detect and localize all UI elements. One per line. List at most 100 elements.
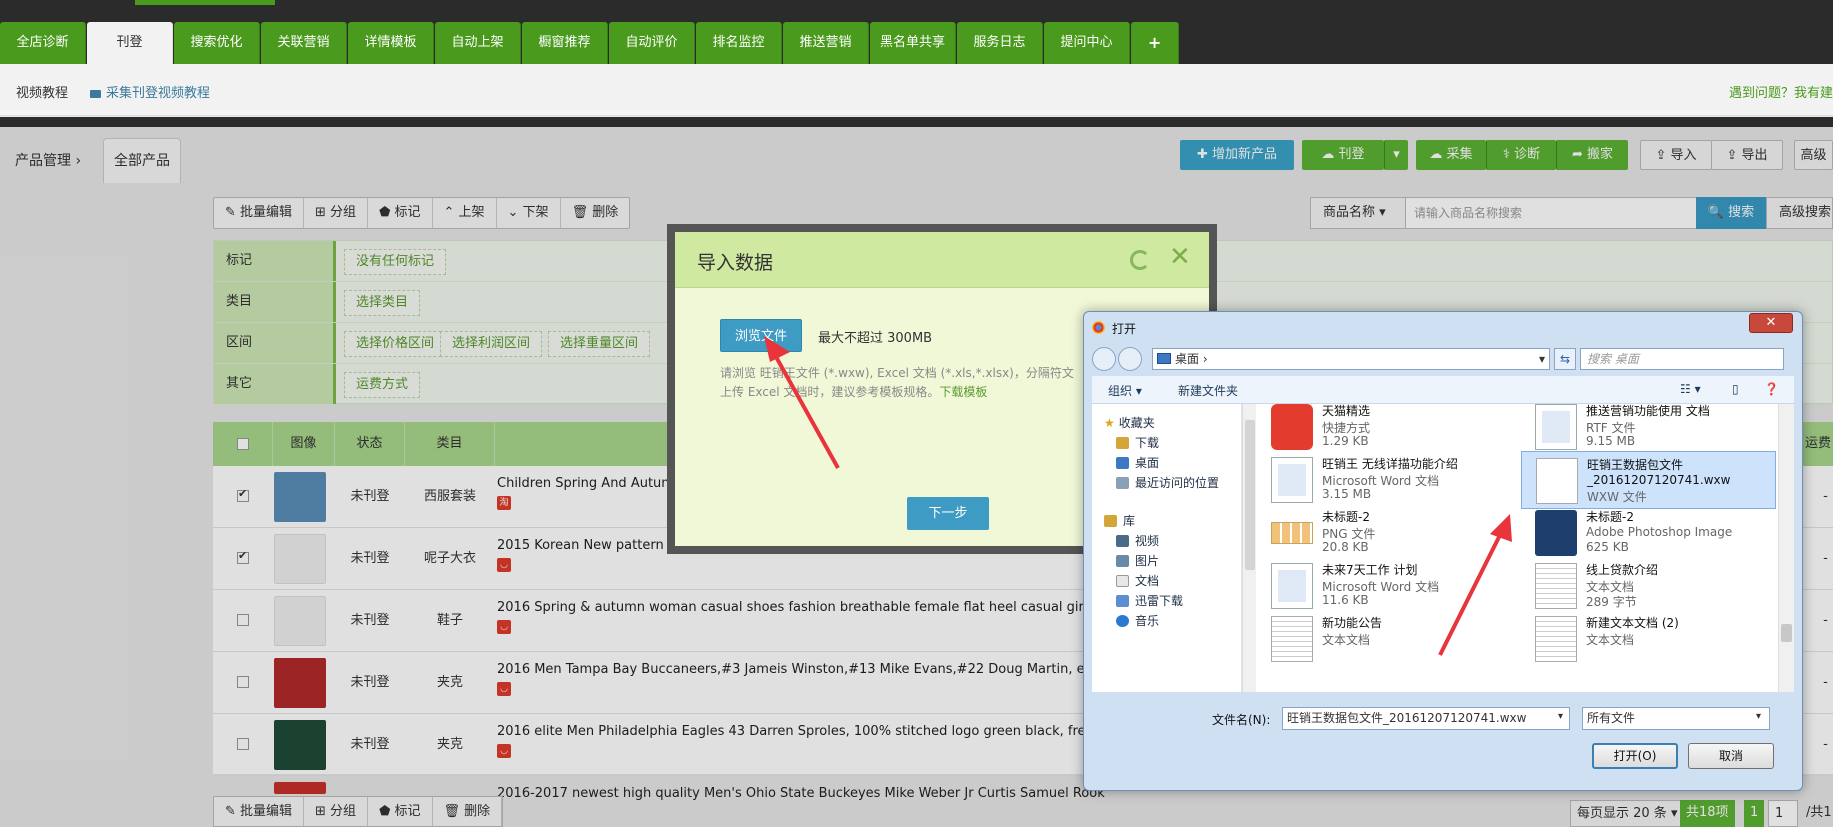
download-template-link[interactable]: 下载模板 <box>939 385 987 399</box>
address-bar[interactable]: 桌面 › ▾ <box>1152 348 1550 370</box>
forward-button[interactable] <box>1118 347 1142 371</box>
nav-music[interactable]: 音乐 <box>1116 612 1159 629</box>
text-file-icon <box>1535 563 1577 609</box>
next-step-button[interactable]: 下一步 <box>907 497 989 530</box>
file-item[interactable]: 未来7天工作 计划 Microsoft Word 文档 11.6 KB <box>1257 557 1512 615</box>
preview-pane-icon[interactable]: ▯ <box>1732 382 1739 396</box>
file-list: 天猫精选 快捷方式 1.29 KB 推送营销功能使用 文档 RTF 文件 9.15 MB 旺… <box>1257 404 1777 692</box>
file-name: 新建文本文档 (2) <box>1586 616 1679 630</box>
tmall-icon <box>1271 404 1313 450</box>
file-size: 3.15 MB <box>1322 487 1372 501</box>
tab-8[interactable]: 排名监控 <box>696 22 782 64</box>
nav-recent[interactable]: 最近访问的位置 <box>1116 474 1219 491</box>
refresh-icon[interactable] <box>1130 250 1150 270</box>
navigation-pane: ★ 收藏夹 下载 桌面 最近访问的位置 库 视频 图片 文档 迅雷下载 音乐 <box>1092 404 1242 692</box>
open-button[interactable]: 打开(O) <box>1592 743 1678 769</box>
file-item[interactable]: 旺销王 无线详描功能介绍 Microsoft Word 文档 3.15 MB <box>1257 451 1512 509</box>
tab-9[interactable]: 推送营销 <box>783 22 869 64</box>
collect-tutorial-label: 采集刊登视频教程 <box>106 86 211 101</box>
tab-4[interactable]: 详情模板 <box>348 22 434 64</box>
png-file-icon <box>1271 522 1313 544</box>
tab-12[interactable]: 提问中心 <box>1044 22 1131 64</box>
tab-0[interactable]: 全店诊断 <box>0 22 86 64</box>
nav-downloads[interactable]: 下载 <box>1116 434 1159 451</box>
file-item[interactable]: 旺销王数据包文件 _20161207120741.wxw WXW 文件 <box>1521 451 1776 509</box>
file-item[interactable]: 新建文本文档 (2) 文本文档 <box>1521 610 1776 668</box>
browse-file-button[interactable]: 浏览文件 <box>720 319 802 352</box>
filename-label: 文件名(N): <box>1212 713 1271 727</box>
nav-favorites[interactable]: ★ 收藏夹 <box>1104 414 1155 431</box>
file-name: 线上贷款介绍 <box>1586 563 1659 577</box>
tab-11[interactable]: 服务日志 <box>957 22 1044 64</box>
filetype-select[interactable]: 所有文件 <box>1582 707 1770 730</box>
new-folder-button[interactable]: 新建文件夹 <box>1178 382 1238 399</box>
nav-scrollbar[interactable] <box>1242 404 1256 692</box>
text-file-icon <box>1535 616 1577 662</box>
tab-13[interactable]: + <box>1131 22 1180 64</box>
collect-tutorial-link[interactable]: 采集刊登视频教程 <box>90 82 210 101</box>
top-sliver <box>135 0 275 5</box>
filename-dropdown-icon[interactable]: ▾ <box>1558 711 1563 722</box>
video-camera-icon <box>90 89 101 98</box>
file-item[interactable]: 线上贷款介绍 文本文档 289 字节 <box>1521 557 1776 615</box>
help-link[interactable]: 遇到问题？我有建 <box>1729 82 1833 101</box>
top-tabs: 全店诊断 刊登 搜索优化 关联营销 详情模板 自动上架 橱窗推荐 自动评价 排名监控 推送营销 黑名… <box>0 22 1180 64</box>
video-tutorial-link[interactable]: 视频教程 <box>16 82 68 101</box>
file-name: 新功能公告 <box>1322 616 1383 630</box>
import-modal-header: 导入数据 ✕ <box>675 232 1209 288</box>
back-button[interactable] <box>1092 347 1116 371</box>
nav-xunlei[interactable]: 迅雷下载 <box>1116 592 1183 609</box>
file-size: 11.6 KB <box>1322 593 1369 607</box>
refresh-icon[interactable]: ⇆ <box>1554 348 1576 370</box>
file-item[interactable]: 新功能公告 文本文档 <box>1257 610 1512 668</box>
file-scrollbar[interactable] <box>1778 404 1794 692</box>
blank-file-icon <box>1536 458 1578 504</box>
file-size: 1.29 KB <box>1322 434 1369 448</box>
file-name: 旺销王数据包文件 <box>1587 458 1684 472</box>
dialog-close-button[interactable]: ✕ <box>1749 313 1793 333</box>
file-search-input[interactable]: 搜索 桌面 <box>1580 348 1784 370</box>
cancel-button[interactable]: 取消 <box>1688 743 1774 769</box>
tab-10[interactable]: 黑名单共享 <box>870 22 957 64</box>
file-name: 未来7天工作 计划 <box>1322 563 1418 577</box>
nav-videos[interactable]: 视频 <box>1116 532 1159 549</box>
nav-pictures[interactable]: 图片 <box>1116 552 1159 569</box>
filetype-dropdown-icon[interactable]: ▾ <box>1756 711 1761 722</box>
close-icon[interactable]: ✕ <box>1169 242 1191 272</box>
xunlei-icon <box>1116 595 1129 607</box>
tab-1[interactable]: 刊登 <box>87 22 173 64</box>
file-item[interactable]: 天猫精选 快捷方式 1.29 KB <box>1257 404 1512 456</box>
tab-7[interactable]: 自动评价 <box>609 22 695 64</box>
recent-places-icon <box>1116 477 1129 489</box>
nav-row: 桌面 › ▾ ⇆ 搜索 桌面 <box>1092 346 1794 372</box>
tab-2[interactable]: 搜索优化 <box>174 22 260 64</box>
help-icon[interactable]: ❓ <box>1764 382 1779 396</box>
nav-libraries[interactable]: 库 <box>1104 512 1135 529</box>
file-name-line2: _20161207120741.wxw <box>1587 473 1731 487</box>
file-size: 9.15 MB <box>1586 434 1636 448</box>
text-file-icon <box>1271 616 1313 662</box>
word-doc-icon <box>1271 563 1313 609</box>
file-type: 文本文档 <box>1586 633 1635 647</box>
file-item[interactable]: 推送营销功能使用 文档 RTF 文件 9.15 MB <box>1521 404 1776 456</box>
nav-desktop[interactable]: 桌面 <box>1116 454 1159 471</box>
psd-file-icon <box>1535 510 1577 556</box>
tab-3[interactable]: 关联营销 <box>261 22 347 64</box>
filename-input[interactable]: 旺销王数据包文件_20161207120741.wxw <box>1282 707 1570 730</box>
file-size: 289 字节 <box>1586 595 1637 609</box>
desktop-icon <box>1116 457 1129 469</box>
documents-icon <box>1116 575 1129 587</box>
nav-documents[interactable]: 文档 <box>1116 572 1159 589</box>
chrome-icon <box>1092 321 1105 334</box>
address-dropdown[interactable]: ▾ <box>1539 349 1545 369</box>
tab-5[interactable]: 自动上架 <box>435 22 521 64</box>
view-options-icon[interactable]: ☷ ▾ <box>1680 382 1701 396</box>
sub-bar: 视频教程 采集刊登视频教程 遇到问题？我有建 <box>0 64 1833 116</box>
tab-6[interactable]: 橱窗推荐 <box>522 22 608 64</box>
star-icon: ★ <box>1104 416 1115 430</box>
file-item[interactable]: 未标题-2 PNG 文件 20.8 KB <box>1257 504 1512 562</box>
file-name: 天猫精选 <box>1322 404 1371 418</box>
organize-button[interactable]: 组织 ▾ <box>1108 382 1142 399</box>
hint-line-2: 上传 Excel 文档时，建议参考模板规格。 <box>720 385 940 399</box>
file-item[interactable]: 未标题-2 Adobe Photoshop Image 625 KB <box>1521 504 1776 562</box>
